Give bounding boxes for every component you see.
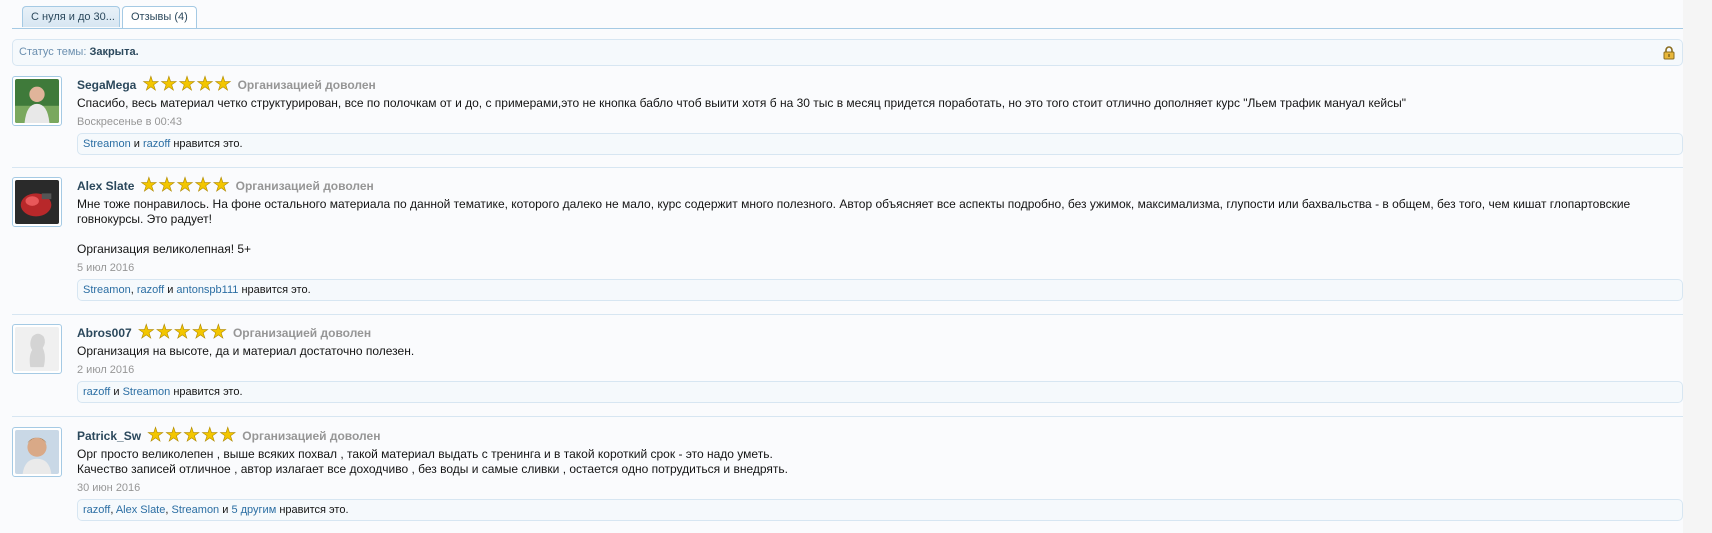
user-photo-icon	[15, 430, 59, 474]
review-post: Abros007 ★ ★ ★ ★ ★ Организацией доволен Орга…	[12, 322, 1683, 417]
likes-summary: Streamon и razoff нравится это.	[77, 133, 1683, 155]
rating-text: Организацией доволен	[235, 179, 374, 193]
star-icon: ★	[178, 74, 196, 95]
post-message: Мне тоже понравилось. На фоне остального…	[77, 197, 1631, 256]
likes-separator: и	[110, 386, 123, 398]
likers-more-link[interactable]: 5 другим	[231, 504, 276, 516]
liker-link[interactable]: Streamon	[83, 284, 131, 296]
review-post: SegaMega ★ ★ ★ ★ ★ Организацией доволен Спас…	[12, 74, 1683, 168]
likes-summary: razoff и Streamon нравится это.	[77, 381, 1683, 403]
star-rating: ★ ★ ★ ★ ★	[140, 175, 230, 196]
liker-link[interactable]: Streamon	[171, 504, 219, 516]
liker-link[interactable]: razoff	[137, 284, 164, 296]
tabs-divider	[12, 28, 1683, 29]
thread-status-bar: Статус темы: Закрыта.	[12, 39, 1683, 66]
post-divider	[12, 314, 1683, 315]
star-icon: ★	[194, 175, 212, 196]
star-icon: ★	[196, 74, 214, 95]
liker-link[interactable]: Alex Slate	[116, 504, 166, 516]
avatar[interactable]	[12, 324, 62, 374]
status-value: Закрыта.	[89, 46, 139, 58]
star-icon: ★	[158, 175, 176, 196]
star-icon: ★	[160, 74, 178, 95]
star-icon: ★	[142, 74, 160, 95]
rating-text: Организацией доволен	[232, 326, 372, 340]
liker-link[interactable]: razoff	[83, 504, 110, 516]
likes-tail: нравится это.	[170, 138, 243, 150]
star-icon: ★	[176, 175, 194, 196]
star-icon: ★	[140, 175, 158, 196]
tab-reviews-label: Отзывы (4)	[131, 11, 188, 23]
post-date[interactable]: 2 июл 2016	[77, 364, 1683, 376]
username-link[interactable]: Abros007	[77, 326, 132, 340]
star-icon: ★	[183, 425, 201, 446]
liker-link[interactable]: Streamon	[123, 386, 171, 398]
post-message: Организация на высоте, да и материал дос…	[77, 344, 415, 358]
liker-link[interactable]: antonspb111	[176, 284, 238, 296]
post-body: Patrick_Sw ★ ★ ★ ★ ★ Организацией доволен Ор…	[77, 425, 1683, 521]
star-icon: ★	[191, 322, 210, 343]
likes-separator: и	[219, 504, 232, 516]
likes-separator: и	[130, 138, 143, 150]
post-divider	[12, 416, 1683, 417]
star-rating: ★ ★ ★ ★ ★	[142, 74, 232, 95]
rating-text: Организацией доволен	[242, 429, 381, 443]
post-divider	[12, 167, 1683, 168]
avatar[interactable]	[12, 76, 62, 126]
post-message: Орг просто великолепен , выше всяких пох…	[77, 447, 788, 476]
lock-icon	[1663, 46, 1675, 60]
star-icon: ★	[155, 322, 173, 343]
star-icon: ★	[212, 175, 230, 196]
star-icon: ★	[165, 425, 183, 446]
star-rating: ★ ★ ★ ★ ★	[137, 322, 228, 343]
post-date[interactable]: 30 июн 2016	[77, 482, 1683, 494]
star-icon: ★	[173, 322, 191, 343]
likes-tail: нравится это.	[170, 386, 243, 398]
review-post: Patrick_Sw ★ ★ ★ ★ ★ Организацией доволен Ор…	[12, 425, 1683, 533]
star-icon: ★	[214, 74, 232, 95]
star-icon: ★	[137, 322, 155, 343]
star-icon: ★	[201, 425, 219, 446]
avatar[interactable]	[12, 177, 62, 227]
post-date[interactable]: Воскресенье в 00:43	[77, 116, 1683, 128]
star-icon: ★	[209, 322, 228, 343]
post-body: Alex Slate ★ ★ ★ ★ ★ Организацией доволен Мн…	[77, 175, 1683, 301]
likes-tail: нравится это.	[238, 284, 311, 296]
liker-link[interactable]: Streamon	[83, 138, 131, 150]
liker-link[interactable]: razoff	[143, 138, 170, 150]
liker-link[interactable]: razoff	[83, 386, 110, 398]
right-scroll-area	[1683, 0, 1712, 533]
post-body: Abros007 ★ ★ ★ ★ ★ Организацией доволен Орга…	[77, 322, 1683, 403]
tab-reviews[interactable]: Отзывы (4)	[122, 6, 197, 29]
likes-summary: Streamon, razoff и antonspb111 нравится …	[77, 279, 1683, 301]
tab-course-label: С нуля и до 30...	[31, 11, 115, 23]
default-avatar-icon	[15, 327, 59, 371]
tab-course[interactable]: С нуля и до 30...	[22, 6, 120, 27]
user-photo-icon	[15, 180, 59, 224]
star-rating: ★ ★ ★ ★ ★	[147, 425, 237, 446]
user-photo-icon	[15, 79, 59, 123]
likes-tail: нравится это.	[276, 504, 349, 516]
username-link[interactable]: SegaMega	[77, 78, 136, 92]
rating-text: Организацией доволен	[237, 78, 376, 92]
likes-summary: razoff, Alex Slate, Streamon и 5 другим …	[77, 499, 1683, 521]
likes-separator: и	[164, 284, 177, 296]
post-message: Спасибо, весь материал четко структуриро…	[77, 96, 1407, 110]
post-date[interactable]: 5 июл 2016	[77, 262, 1683, 274]
status-label: Статус темы:	[19, 46, 87, 58]
review-post: Alex Slate ★ ★ ★ ★ ★ Организацией доволен Мн…	[12, 175, 1683, 315]
username-link[interactable]: Patrick_Sw	[77, 429, 141, 443]
avatar[interactable]	[12, 427, 62, 477]
post-body: SegaMega ★ ★ ★ ★ ★ Организацией доволен Спас…	[77, 74, 1683, 155]
star-icon: ★	[147, 425, 165, 446]
star-icon: ★	[219, 425, 237, 446]
username-link[interactable]: Alex Slate	[77, 179, 134, 193]
